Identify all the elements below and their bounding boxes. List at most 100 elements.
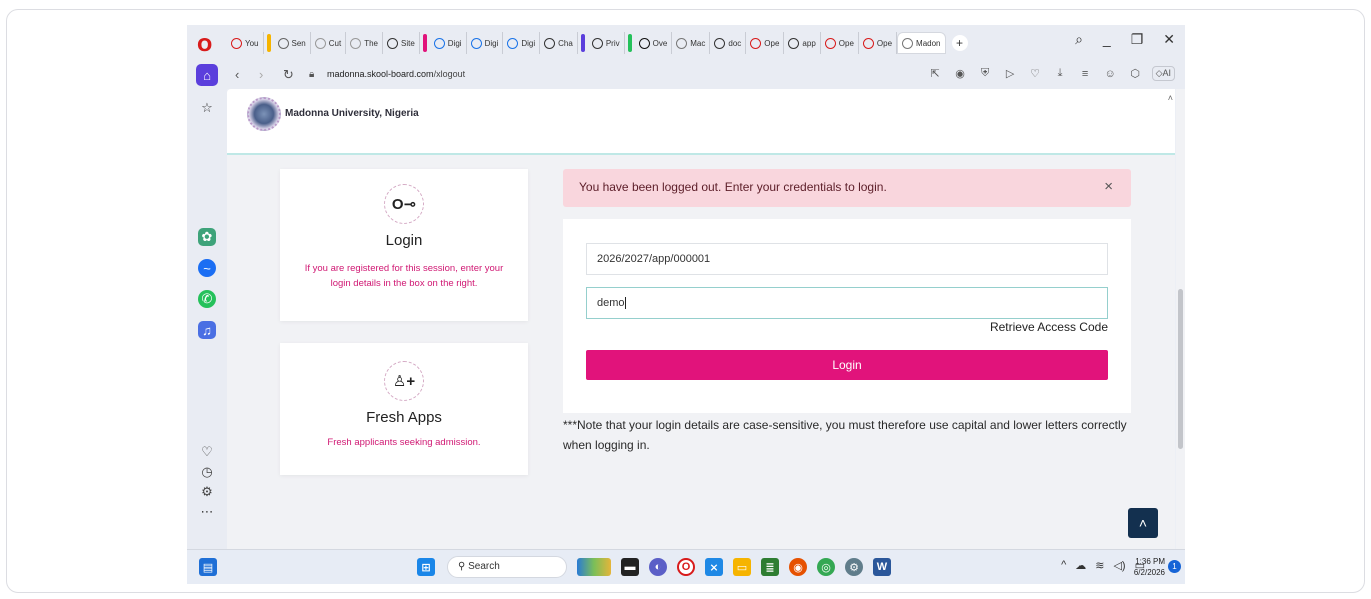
tab-title: The — [364, 38, 378, 48]
share-icon[interactable]: ⇱ — [927, 67, 944, 80]
tab-group-indicator[interactable] — [422, 34, 427, 52]
notification-badge[interactable]: 1 — [1168, 560, 1181, 573]
whatsapp-icon[interactable]: ✆ — [198, 290, 216, 308]
minimize-icon[interactable]: _ — [1103, 31, 1111, 48]
browser-tab[interactable]: Sen — [274, 32, 311, 54]
taskbar-search[interactable]: ⚲ Search — [447, 556, 567, 578]
tab-favicon-icon — [902, 37, 914, 49]
retrieve-access-code-link[interactable]: Retrieve Access Code — [990, 320, 1108, 334]
password-value: demo — [597, 297, 625, 309]
reload-icon[interactable]: ↻ — [283, 67, 294, 83]
file-explorer-icon[interactable]: ▭ — [733, 558, 751, 576]
browser-tab[interactable]: Site — [383, 32, 420, 54]
opera-menu-icon[interactable]: O — [197, 35, 212, 56]
browser-tab[interactable]: Ope — [746, 32, 785, 54]
ai-button[interactable]: ◇AI — [1151, 66, 1175, 81]
text-caret — [624, 297, 626, 310]
widgets-icon[interactable]: ▤ — [199, 558, 217, 576]
tab-group-indicator[interactable] — [580, 34, 585, 52]
heart-sidebar-icon[interactable]: ♡ — [196, 441, 218, 463]
music-icon[interactable]: ♫ — [198, 321, 216, 339]
scrollbar-thumb[interactable] — [1178, 289, 1183, 449]
login-button[interactable]: Login — [586, 350, 1108, 380]
university-logo[interactable] — [247, 97, 281, 131]
scroll-up-icon[interactable]: ˄ — [1168, 93, 1173, 103]
download-icon[interactable]: ⤓ — [1052, 67, 1069, 80]
password-input[interactable]: demo — [586, 287, 1108, 319]
fresh-apps-card[interactable]: ♙+ Fresh Apps Fresh applicants seeking a… — [280, 343, 528, 475]
lock-icon[interactable]: 🔒︎ — [309, 69, 314, 80]
browser-tab[interactable]: You — [227, 32, 264, 54]
tab-favicon-icon — [277, 37, 289, 49]
network-warning-icon[interactable]: ☁ — [1075, 559, 1086, 572]
browser-tab[interactable]: Priv — [588, 32, 625, 54]
access-code-input[interactable]: 2026/2027/app/000001 — [586, 243, 1108, 275]
chat-icon[interactable]: ◐ — [649, 558, 667, 576]
browser-tab[interactable]: Ope — [821, 32, 859, 54]
camera-icon[interactable]: ◉ — [952, 67, 969, 80]
messenger-icon[interactable]: ~ — [198, 259, 216, 277]
home-icon[interactable]: ⌂ — [196, 64, 218, 86]
clock-date: 6/2/2026 — [1133, 568, 1165, 577]
browser-tab[interactable]: Cut — [311, 32, 347, 54]
back-to-top-button[interactable]: ˄ — [1128, 508, 1158, 538]
tabs-list-icon[interactable]: ≡ — [1077, 68, 1094, 80]
back-icon[interactable]: ‹ — [235, 67, 239, 82]
forward-icon[interactable]: › — [259, 67, 263, 82]
clock[interactable]: 1:36 PM 6/2/2026 — [1134, 556, 1165, 578]
heart-icon[interactable]: ♡ — [1027, 67, 1044, 80]
firefox-icon[interactable]: ◉ — [789, 558, 807, 576]
shield-icon[interactable]: ⛨ — [977, 67, 994, 80]
profile-icon[interactable]: ☺ — [1102, 68, 1119, 80]
star-icon[interactable]: ☆ — [196, 97, 218, 119]
search-icon: ⚲ — [458, 561, 469, 572]
tab-group-indicator[interactable] — [627, 34, 632, 52]
browser-tab[interactable]: Ove — [635, 32, 673, 54]
browser-tab[interactable]: Digi — [467, 32, 504, 54]
new-tab-button[interactable]: + — [951, 35, 968, 51]
settings-icon[interactable]: ⚙ — [196, 481, 218, 503]
browser-tab[interactable]: Digi — [503, 32, 541, 54]
wifi-icon[interactable]: ≋ — [1095, 559, 1104, 572]
system-tray: ^ ☁ ≋ ◁) ▭ — [1061, 559, 1145, 572]
browser-tab[interactable]: app — [784, 32, 821, 54]
taskbar-search-label: Search — [468, 561, 500, 572]
windows-taskbar: ▤ ⊞ ⚲ Search ▬ ◐ O ⨯ ▭ ≣ ◉ ◎ ⚙ W ^ ☁ ≋ ◁… — [187, 549, 1185, 584]
tab-favicon-icon — [386, 37, 398, 49]
tab-favicon-icon — [231, 37, 242, 49]
history-icon[interactable]: ◷ — [196, 461, 218, 483]
opera-taskbar-icon[interactable]: O — [677, 558, 695, 576]
landscape-icon[interactable] — [577, 558, 611, 576]
page-scrollbar[interactable] — [1176, 89, 1185, 550]
tab-group-indicator[interactable] — [266, 34, 271, 52]
close-window-icon[interactable]: ✕ — [1163, 31, 1175, 48]
notepad-icon[interactable]: ≣ — [761, 558, 779, 576]
restore-icon[interactable]: ❐ — [1131, 31, 1144, 48]
tab-search-icon[interactable]: ⌕ — [1075, 31, 1083, 48]
send-icon[interactable]: ▷ — [1002, 67, 1019, 80]
tab-title: Ope — [876, 38, 893, 48]
start-icon[interactable]: ⊞ — [417, 558, 435, 576]
browser-tab[interactable]: Digi — [430, 32, 467, 54]
settings-app-icon[interactable]: ⚙ — [845, 558, 863, 576]
browser-tab[interactable]: Madon — [897, 32, 946, 54]
cube-icon[interactable]: ⬡ — [1127, 67, 1144, 80]
url-field[interactable]: madonna.skool-board.com/xlogout — [327, 69, 465, 79]
alert-close-button[interactable]: × — [1104, 178, 1113, 195]
volume-icon[interactable]: ◁) — [1113, 559, 1125, 572]
vscode-icon[interactable]: ⨯ — [705, 558, 723, 576]
browser-tab[interactable]: The — [346, 32, 383, 54]
word-icon[interactable]: W — [873, 558, 891, 576]
site-name[interactable]: Madonna University, Nigeria — [285, 108, 419, 119]
more-icon[interactable]: ⋯ — [196, 501, 218, 523]
browser-tab[interactable]: Mac — [672, 32, 711, 54]
tab-favicon-icon — [824, 37, 836, 49]
browser-tab[interactable]: Cha — [540, 32, 578, 54]
chevron-up-icon[interactable]: ^ — [1061, 559, 1066, 572]
browser-tab[interactable]: Ope — [859, 32, 898, 54]
browser-tab[interactable]: doc — [710, 32, 747, 54]
chatgpt-icon[interactable]: ✿ — [198, 228, 216, 246]
chrome-icon[interactable]: ◎ — [817, 558, 835, 576]
task-view-icon[interactable]: ▬ — [621, 558, 639, 576]
clock-time: 1:36 PM — [1135, 557, 1165, 566]
